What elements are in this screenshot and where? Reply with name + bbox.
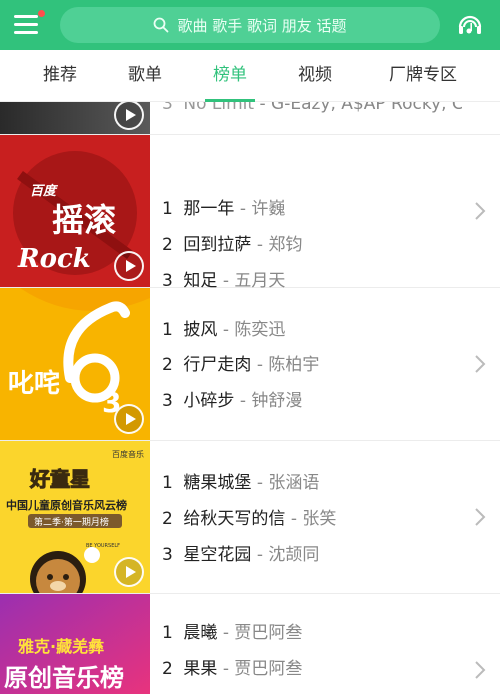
notification-dot [38, 10, 45, 17]
song-item[interactable]: 3 No Limit - G-Eazy, A$AP Rocky, Cardi B [162, 102, 462, 116]
song-item[interactable]: 1 糖果城堡 - 张涵语 [162, 471, 319, 495]
svg-text:中国儿童原创音乐风云榜: 中国儿童原创音乐风云榜 [6, 498, 127, 512]
music-recognition-icon[interactable] [455, 10, 485, 40]
svg-text:第二季·第一期月榜: 第二季·第一期月榜 [34, 516, 109, 528]
chevron-right-icon[interactable] [474, 507, 486, 527]
song-item[interactable]: 3 星空花园 - 沈颉同 [162, 543, 319, 567]
song-item[interactable]: 3 小碎步 - 钟舒漫 [162, 389, 302, 413]
chart-cover: 叱咤 3 [0, 288, 150, 440]
chart-cover: 雅克·藏羌彝 原创音乐榜 [0, 594, 150, 694]
top-bar: 歌曲 歌手 歌词 朋友 话题 [0, 0, 500, 50]
chart-row[interactable]: 雅克·藏羌彝 原创音乐榜 1 晨曦 - 贾巴阿叁 2 果果 - 贾巴阿叁 [0, 594, 500, 694]
tab-recommend[interactable]: 推荐 [20, 50, 100, 102]
song-item[interactable]: 1 披风 - 陈奕迅 [162, 318, 285, 342]
chevron-right-icon[interactable] [474, 354, 486, 374]
song-item[interactable]: 2 给秋天写的信 - 张笑 [162, 507, 336, 531]
play-icon[interactable] [114, 102, 144, 130]
svg-text:百度音乐: 百度音乐 [112, 449, 144, 459]
search-placeholder: 歌曲 歌手 歌词 朋友 话题 [177, 16, 347, 35]
tab-video[interactable]: 视频 [275, 50, 355, 102]
chart-row[interactable]: 百度 摇滚 Rock 1 那一年 - 许巍 2 回到拉萨 - 郑钧 3 知足 -… [0, 135, 500, 291]
song-item[interactable]: 2 果果 - 贾巴阿叁 [162, 657, 302, 681]
search-bar[interactable]: 歌曲 歌手 歌词 朋友 话题 [60, 7, 440, 43]
play-icon[interactable] [114, 557, 144, 587]
song-item[interactable]: 2 行尸走肉 - 陈柏宇 [162, 353, 319, 377]
chevron-right-icon[interactable] [474, 201, 486, 221]
tab-bar: 推荐 歌单 榜单 视频 厂牌专区 [0, 50, 500, 102]
song-item[interactable]: 2 回到拉萨 - 郑钧 [162, 233, 302, 257]
svg-text:Rock: Rock [17, 244, 91, 274]
chart-cover: 百度音乐 好童星 中国儿童原创音乐风云榜 第二季·第一期月榜 BE YOURSE… [0, 441, 150, 593]
chart-row[interactable]: 百度音乐 好童星 中国儿童原创音乐风云榜 第二季·第一期月榜 BE YOURSE… [0, 441, 500, 594]
svg-text:百度: 百度 [30, 183, 59, 199]
chart-cover [0, 102, 150, 134]
tab-playlist[interactable]: 歌单 [105, 50, 185, 102]
chart-cover: 百度 摇滚 Rock [0, 135, 150, 287]
tab-charts[interactable]: 榜单 [190, 50, 270, 102]
song-item[interactable]: 1 晨曦 - 贾巴阿叁 [162, 621, 302, 645]
svg-text:摇滚: 摇滚 [52, 201, 116, 239]
chart-list: 3 No Limit - G-Eazy, A$AP Rocky, Cardi B… [0, 102, 500, 694]
chart-cover-art: 雅克·藏羌彝 原创音乐榜 [0, 594, 150, 694]
chart-row[interactable]: 叱咤 3 1 披风 - 陈奕迅 2 行尸走肉 - 陈柏宇 3 小碎步 - 钟舒漫 [0, 288, 500, 441]
play-icon[interactable] [114, 251, 144, 281]
svg-text:叱咤: 叱咤 [8, 369, 60, 399]
song-item[interactable]: 1 那一年 - 许巍 [162, 197, 285, 221]
svg-text:好童星: 好童星 [29, 467, 90, 491]
play-icon[interactable] [114, 404, 144, 434]
tab-label-zone[interactable]: 厂牌专区 [368, 50, 478, 102]
chart-row[interactable]: 3 No Limit - G-Eazy, A$AP Rocky, Cardi B [0, 102, 500, 135]
svg-text:雅克·藏羌彝: 雅克·藏羌彝 [17, 637, 104, 656]
chevron-right-icon[interactable] [474, 660, 486, 680]
svg-text:原创音乐榜: 原创音乐榜 [4, 664, 124, 692]
search-icon [154, 17, 169, 33]
